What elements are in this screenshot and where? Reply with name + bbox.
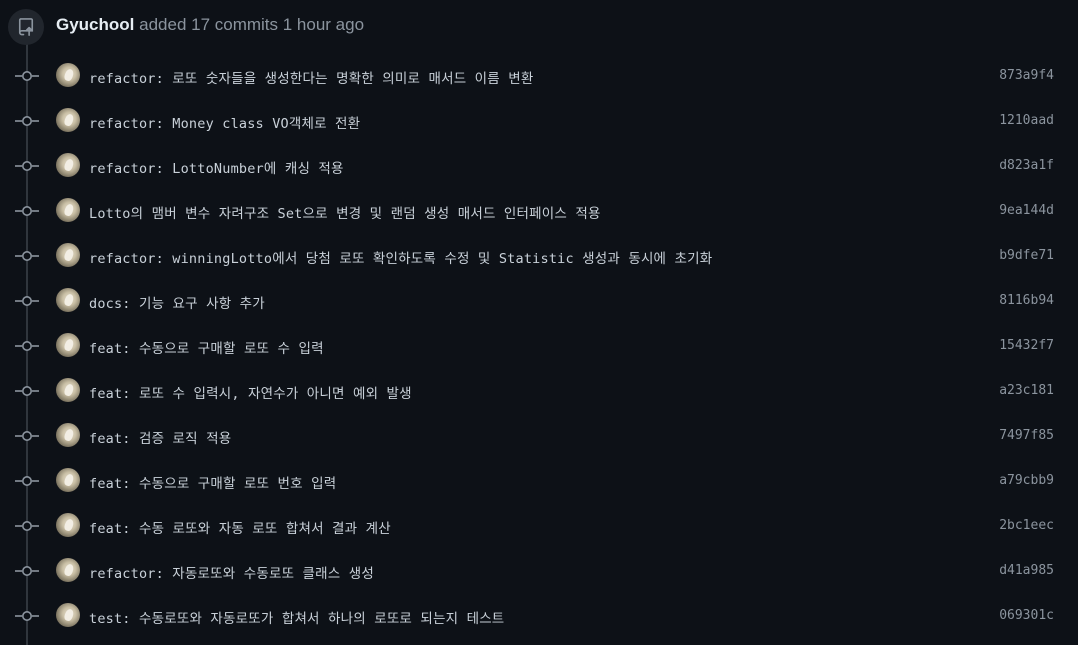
commit-row: refactor: LottoNumber에 캐싱 적용 d823a1f bbox=[0, 144, 1078, 189]
avatar[interactable] bbox=[56, 378, 80, 402]
author-link[interactable]: Gyuchool bbox=[56, 15, 134, 34]
commit-row: Lotto의 맴버 변수 자려구조 Set으로 변경 및 랜덤 생성 매서드 인… bbox=[0, 189, 1078, 234]
commit-message-link[interactable]: feat: 로또 수 입력시, 자연수가 아니면 예외 발생 bbox=[89, 382, 412, 402]
git-commit-icon bbox=[15, 203, 39, 219]
commit-message-link[interactable]: feat: 수동으로 구매할 로또 수 입력 bbox=[89, 337, 324, 357]
git-commit-icon bbox=[15, 608, 39, 624]
timeline-event-header: Gyuchool added 17 commits 1 hour ago bbox=[0, 0, 1078, 52]
commit-message-link[interactable]: refactor: 로또 숫자들을 생성한다는 명확한 의미로 매서드 이름 변… bbox=[89, 67, 533, 87]
commit-message-link[interactable]: refactor: 자동로또와 수동로또 클래스 생성 bbox=[89, 562, 374, 582]
commit-message-link[interactable]: Lotto의 맴버 변수 자려구조 Set으로 변경 및 랜덤 생성 매서드 인… bbox=[89, 202, 601, 222]
commit-row: refactor: 로또 숫자들을 생성한다는 명확한 의미로 매서드 이름 변… bbox=[0, 54, 1078, 99]
commit-sha-link[interactable]: 9ea144d bbox=[999, 203, 1054, 218]
git-commit-icon bbox=[15, 113, 39, 129]
git-commit-icon bbox=[15, 383, 39, 399]
git-commit-icon bbox=[15, 293, 39, 309]
avatar[interactable] bbox=[56, 558, 80, 582]
commit-sha-link[interactable]: 069301c bbox=[999, 608, 1054, 623]
avatar[interactable] bbox=[56, 153, 80, 177]
commit-message-link[interactable]: test: 수동로또와 자동로또가 합쳐서 하나의 로또로 되는지 테스트 bbox=[89, 607, 504, 627]
git-commit-icon bbox=[15, 158, 39, 174]
avatar[interactable] bbox=[56, 288, 80, 312]
commit-sha-link[interactable]: 15432f7 bbox=[999, 338, 1054, 353]
commit-message-link[interactable]: refactor: Money class VO객체로 전환 bbox=[89, 112, 360, 132]
commit-row: feat: 수동 로또와 자동 로또 합쳐서 결과 계산 2bc1eec bbox=[0, 504, 1078, 549]
event-description: Gyuchool added 17 commits 1 hour ago bbox=[56, 15, 364, 35]
avatar[interactable] bbox=[56, 423, 80, 447]
commit-message-link[interactable]: refactor: winningLotto에서 당첨 로또 확인하도록 수정 … bbox=[89, 247, 712, 267]
avatar[interactable] bbox=[56, 243, 80, 267]
event-action-text: added 17 commits 1 hour ago bbox=[134, 15, 365, 34]
avatar[interactable] bbox=[56, 513, 80, 537]
commit-row: docs: 기능 요구 사항 추가 8116b94 bbox=[0, 279, 1078, 324]
commit-list: refactor: 로또 숫자들을 생성한다는 명확한 의미로 매서드 이름 변… bbox=[0, 54, 1078, 639]
avatar[interactable] bbox=[56, 108, 80, 132]
commit-sha-link[interactable]: 7497f85 bbox=[999, 428, 1054, 443]
commit-message-link[interactable]: docs: 기능 요구 사항 추가 bbox=[89, 292, 265, 312]
avatar[interactable] bbox=[56, 198, 80, 222]
git-commit-icon bbox=[15, 68, 39, 84]
commit-row: refactor: winningLotto에서 당첨 로또 확인하도록 수정 … bbox=[0, 234, 1078, 279]
commit-row: feat: 검증 로직 적용 7497f85 bbox=[0, 414, 1078, 459]
commit-row: test: 수동로또와 자동로또가 합쳐서 하나의 로또로 되는지 테스트 069… bbox=[0, 594, 1078, 639]
git-commit-icon bbox=[15, 338, 39, 354]
commit-message-link[interactable]: feat: 수동으로 구매할 로또 번호 입력 bbox=[89, 472, 336, 492]
git-commit-icon bbox=[15, 518, 39, 534]
commit-sha-link[interactable]: a79cbb9 bbox=[999, 473, 1054, 488]
commit-sha-link[interactable]: 2bc1eec bbox=[999, 518, 1054, 533]
git-commit-icon bbox=[15, 563, 39, 579]
commit-sha-link[interactable]: d823a1f bbox=[999, 158, 1054, 173]
commit-row: feat: 로또 수 입력시, 자연수가 아니면 예외 발생 a23c181 bbox=[0, 369, 1078, 414]
commit-sha-link[interactable]: b9dfe71 bbox=[999, 248, 1054, 263]
commit-message-link[interactable]: feat: 검증 로직 적용 bbox=[89, 427, 231, 447]
commit-row: feat: 수동으로 구매할 로또 번호 입력 a79cbb9 bbox=[0, 459, 1078, 504]
commit-sha-link[interactable]: 8116b94 bbox=[999, 293, 1054, 308]
commit-row: feat: 수동으로 구매할 로또 수 입력 15432f7 bbox=[0, 324, 1078, 369]
avatar[interactable] bbox=[56, 333, 80, 357]
commit-message-link[interactable]: feat: 수동 로또와 자동 로또 합쳐서 결과 계산 bbox=[89, 517, 391, 537]
git-commit-icon bbox=[15, 473, 39, 489]
avatar[interactable] bbox=[56, 63, 80, 87]
commit-row: refactor: 자동로또와 수동로또 클래스 생성 d41a985 bbox=[0, 549, 1078, 594]
git-commit-icon bbox=[15, 248, 39, 264]
git-commit-icon bbox=[15, 428, 39, 444]
avatar[interactable] bbox=[56, 603, 80, 627]
commit-sha-link[interactable]: d41a985 bbox=[999, 563, 1054, 578]
commit-row: refactor: Money class VO객체로 전환 1210aad bbox=[0, 99, 1078, 144]
commit-message-link[interactable]: refactor: LottoNumber에 캐싱 적용 bbox=[89, 157, 344, 177]
repo-push-icon bbox=[8, 9, 44, 45]
commit-sha-link[interactable]: 873a9f4 bbox=[999, 68, 1054, 83]
avatar[interactable] bbox=[56, 468, 80, 492]
pull-request-timeline: Gyuchool added 17 commits 1 hour ago ref… bbox=[0, 0, 1078, 645]
commit-sha-link[interactable]: a23c181 bbox=[999, 383, 1054, 398]
commit-sha-link[interactable]: 1210aad bbox=[999, 113, 1054, 128]
